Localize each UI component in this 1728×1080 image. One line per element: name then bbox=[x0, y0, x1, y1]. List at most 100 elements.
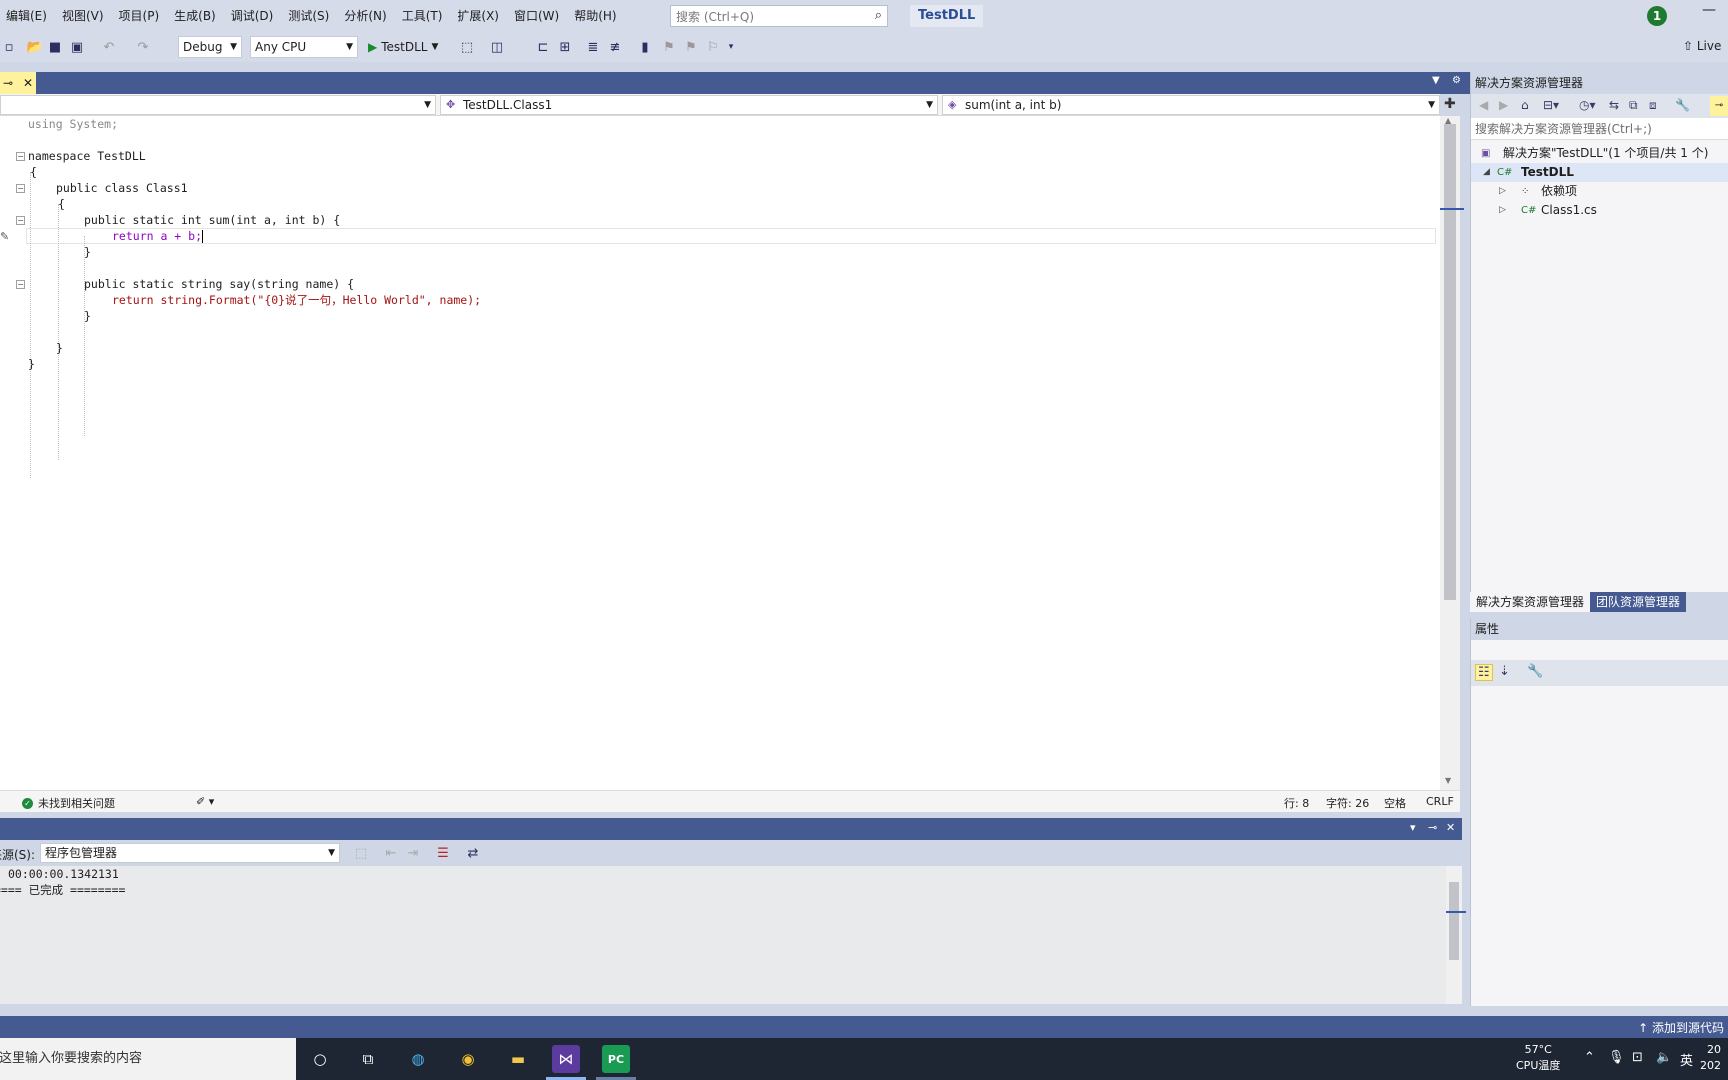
gear-icon[interactable]: ⚙ bbox=[1452, 75, 1461, 86]
pin-icon[interactable]: ⊸ bbox=[3, 76, 13, 90]
menu-project[interactable]: 项目(P) bbox=[113, 0, 169, 32]
member-nav-select[interactable]: ◈ sum(int a, int b) ▼ bbox=[942, 95, 1440, 115]
add-to-source-control[interactable]: ↑ 添加到源代码 bbox=[1638, 1019, 1724, 1036]
categorized-icon[interactable]: ☷ bbox=[1475, 664, 1493, 681]
menu-window[interactable]: 窗口(W) bbox=[508, 0, 568, 32]
home-icon[interactable]: ⌂ bbox=[1521, 98, 1529, 112]
redo-icon[interactable]: ↷ bbox=[134, 38, 152, 56]
code-editor[interactable]: ✎ − − − − using System; namespace TestDL… bbox=[0, 116, 1440, 790]
menu-tools[interactable]: 工具(T) bbox=[396, 0, 452, 32]
split-window-icon[interactable]: ✚ bbox=[1444, 96, 1456, 112]
output-text[interactable]: 00:00:00.1342131 ==== 已完成 ======== bbox=[0, 866, 1446, 1004]
cortana-icon[interactable]: ○ bbox=[306, 1045, 334, 1073]
switch-view-icon[interactable]: ⊟▾ bbox=[1543, 98, 1559, 112]
show-all-files-icon[interactable]: ⧈ bbox=[1649, 98, 1657, 113]
tab-list-icon[interactable]: ▼ bbox=[1432, 75, 1440, 86]
open-file-icon[interactable]: 📂 bbox=[26, 38, 44, 56]
menu-help[interactable]: 帮助(H) bbox=[568, 0, 625, 32]
menu-debug[interactable]: 调试(D) bbox=[225, 0, 283, 32]
edge-icon[interactable]: ◍ bbox=[404, 1045, 432, 1073]
prev-bookmark-icon[interactable]: ⚑ bbox=[660, 38, 678, 56]
wrench-icon[interactable]: 🔧 bbox=[1675, 98, 1690, 112]
back-icon[interactable]: ◀ bbox=[1479, 98, 1488, 112]
project-nav-select[interactable]: ▼ bbox=[0, 95, 436, 115]
comment-icon[interactable]: ≣ bbox=[584, 38, 602, 56]
platform-select[interactable]: Any CPU ▼ bbox=[250, 36, 358, 58]
chevron-up-icon[interactable]: ⌃ bbox=[1584, 1050, 1595, 1065]
menu-build[interactable]: 生成(B) bbox=[168, 0, 225, 32]
alphabetical-icon[interactable]: ⇣ bbox=[1499, 664, 1510, 679]
properties-object-select[interactable] bbox=[1471, 640, 1728, 660]
network-icon[interactable]: ⊡ bbox=[1632, 1050, 1643, 1065]
scroll-thumb[interactable] bbox=[1444, 124, 1456, 600]
tree-item-solution[interactable]: ▣ 解决方案"TestDLL"(1 个项目/共 1 个) bbox=[1471, 144, 1728, 163]
volume-icon[interactable]: 🔈 bbox=[1656, 1050, 1672, 1065]
save-icon[interactable]: ■ bbox=[46, 38, 64, 56]
line-ending[interactable]: CRLF bbox=[1426, 795, 1454, 808]
collapse-all-icon[interactable]: ⧉ bbox=[1629, 98, 1638, 113]
scroll-thumb[interactable] bbox=[1449, 882, 1459, 960]
collapse-icon[interactable]: − bbox=[16, 216, 25, 225]
solution-search-input[interactable]: 搜索解决方案资源管理器(Ctrl+;) bbox=[1471, 118, 1728, 140]
next-bookmark-icon[interactable]: ⚑ bbox=[682, 38, 700, 56]
close-icon[interactable]: ✕ bbox=[23, 76, 33, 90]
editor-vertical-scrollbar[interactable]: ▲ ▼ bbox=[1440, 116, 1464, 790]
forward-icon[interactable]: ▶ bbox=[1499, 98, 1508, 112]
minimize-icon[interactable]: — bbox=[1702, 2, 1716, 18]
collapse-icon[interactable]: − bbox=[16, 184, 25, 193]
pycharm-icon[interactable]: PC bbox=[602, 1045, 630, 1073]
microphone-icon[interactable]: 🎙 bbox=[1608, 1050, 1625, 1065]
collapsed-icon[interactable]: ▷ bbox=[1499, 201, 1506, 220]
task-view-icon[interactable]: ⧉ bbox=[354, 1045, 382, 1073]
cpu-temperature[interactable]: 57°C CPU温度 bbox=[1516, 1042, 1560, 1074]
clear-bookmarks-icon[interactable]: ⚐ bbox=[704, 38, 722, 56]
configuration-select[interactable]: Debug ▼ bbox=[178, 36, 242, 58]
pin-icon[interactable]: ⊸ bbox=[1710, 96, 1728, 116]
issues-indicator[interactable]: ✓ 未找到相关问题 bbox=[22, 795, 115, 811]
bookmark-icon[interactable]: ▮ bbox=[636, 38, 654, 56]
close-icon[interactable]: ✕ bbox=[1446, 821, 1455, 834]
type-nav-select[interactable]: ✥ TestDLL.Class1 ▼ bbox=[440, 95, 938, 115]
next-message-icon[interactable]: ⇥ bbox=[404, 844, 422, 862]
whitespace-mode[interactable]: 空格 bbox=[1384, 795, 1406, 811]
output-source-select[interactable]: 程序包管理器 ▼ bbox=[40, 843, 340, 863]
property-pages-icon[interactable]: 🔧 bbox=[1527, 664, 1543, 679]
clear-all-icon[interactable]: ☰ bbox=[434, 844, 452, 862]
brush-icon[interactable]: ✐ ▾ bbox=[196, 795, 214, 808]
word-wrap-icon[interactable]: ⇄ bbox=[464, 844, 482, 862]
toolbar-overflow-icon[interactable]: ▾ bbox=[722, 38, 740, 56]
pin-icon[interactable]: ⊸ bbox=[1428, 821, 1437, 834]
notification-badge[interactable]: 1 bbox=[1647, 6, 1667, 26]
nav-back-icon[interactable]: ⊏ bbox=[534, 38, 552, 56]
ime-indicator[interactable]: 英 bbox=[1680, 1050, 1693, 1069]
tree-item-project[interactable]: ◢ C# TestDLL bbox=[1471, 163, 1728, 182]
menu-view[interactable]: 视图(V) bbox=[56, 0, 113, 32]
new-item-icon[interactable]: ▫ bbox=[0, 38, 18, 56]
undo-icon[interactable]: ↶ bbox=[100, 38, 118, 56]
collapse-icon[interactable]: − bbox=[16, 152, 25, 161]
menu-analyze[interactable]: 分析(N) bbox=[338, 0, 395, 32]
expanded-icon[interactable]: ◢ bbox=[1483, 163, 1490, 182]
menu-edit[interactable]: 编辑(E) bbox=[0, 0, 56, 32]
menu-test[interactable]: 测试(S) bbox=[282, 0, 338, 32]
find-message-icon[interactable]: ⬚ bbox=[352, 844, 370, 862]
browser-link-icon[interactable]: ⬚ bbox=[458, 38, 476, 56]
chevron-down-icon[interactable]: ▾ bbox=[1410, 821, 1416, 834]
tab-team-explorer[interactable]: 团队资源管理器 bbox=[1590, 592, 1687, 612]
output-vertical-scrollbar[interactable] bbox=[1446, 866, 1466, 1004]
sync-icon[interactable]: ⇆ bbox=[1609, 98, 1619, 112]
taskbar-search-input[interactable]: 在这里输入你要搜索的内容 bbox=[0, 1038, 296, 1080]
document-tab-class1[interactable]: ⊸ ✕ bbox=[0, 72, 36, 94]
diagnostics-icon[interactable]: ◫ bbox=[488, 38, 506, 56]
pending-changes-icon[interactable]: ◷▾ bbox=[1579, 98, 1596, 112]
menu-extensions[interactable]: 扩展(X) bbox=[451, 0, 508, 32]
quick-search-input[interactable]: 搜索 (Ctrl+Q) ⌕ bbox=[670, 5, 888, 27]
live-share-button[interactable]: ⇧ Live bbox=[1683, 39, 1721, 53]
start-debugging-button[interactable]: ▶ TestDLL ▼ bbox=[368, 36, 438, 58]
tree-item-dependencies[interactable]: ▷ ⁘ 依赖项 bbox=[1471, 182, 1728, 201]
class-view-icon[interactable]: ⊞ bbox=[556, 38, 574, 56]
tree-item-class1[interactable]: ▷ C# Class1.cs bbox=[1471, 201, 1728, 220]
uncomment-icon[interactable]: ≢ bbox=[606, 38, 624, 56]
scroll-down-icon[interactable]: ▼ bbox=[1445, 776, 1451, 785]
tab-solution-explorer[interactable]: 解决方案资源管理器 bbox=[1470, 592, 1591, 612]
